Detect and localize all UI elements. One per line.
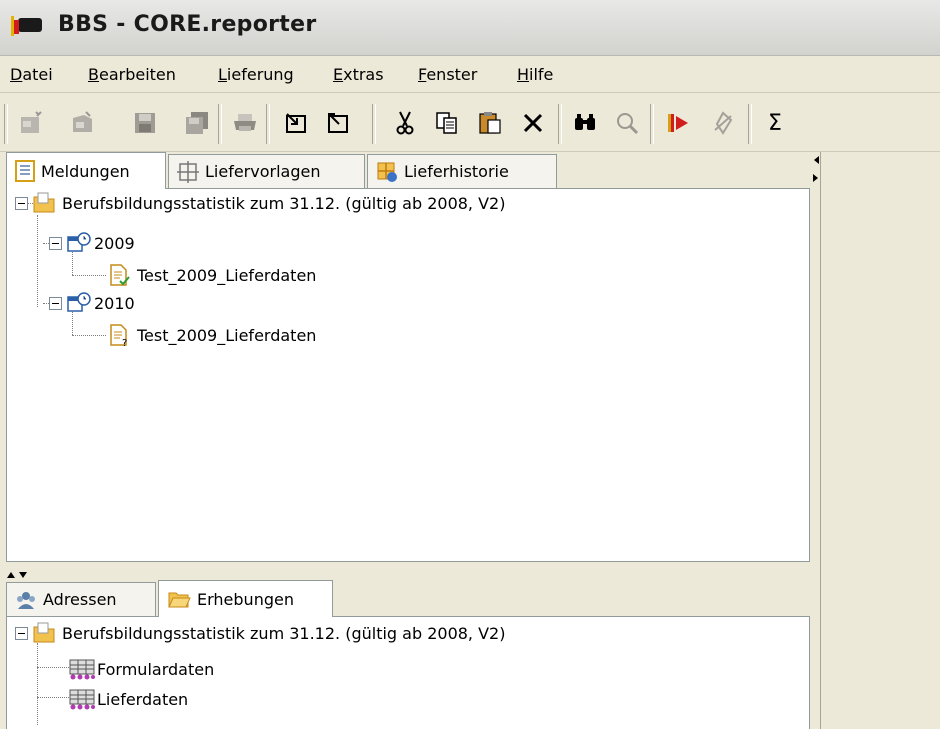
tree-delivery-item[interactable]: Test_2009_Lieferdaten	[107, 261, 316, 289]
report-tree: Berufsbildungsstatistik zum 31.12. (gült…	[6, 188, 810, 562]
tree-year-item[interactable]: 2010	[49, 289, 135, 317]
editor-area	[813, 152, 940, 729]
tree-root-item[interactable]: Berufsbildungsstatistik zum 31.12. (gült…	[15, 619, 505, 647]
tree-label: Formulardaten	[97, 659, 215, 679]
tab-label: Liefervorlagen	[205, 162, 321, 181]
title-bar: BBS - CORE.reporter	[0, 0, 940, 56]
menu-bearbeiten[interactable]: Bearbeiten	[88, 65, 176, 84]
menu-lieferung[interactable]: Lieferung	[218, 65, 294, 84]
menu-fenster[interactable]: Fenster	[418, 65, 477, 84]
collapse-toggle-icon[interactable]	[15, 626, 28, 640]
panel-splitter[interactable]	[0, 570, 816, 580]
surveys-tab-bar: Adressen Erhebungen	[0, 580, 816, 617]
menu-bar: Datei Bearbeiten Lieferung Extras Fenste…	[0, 57, 940, 93]
cut-icon[interactable]	[388, 106, 422, 140]
open-folder-icon	[168, 592, 191, 608]
tree-label: Berufsbildungsstatistik zum 31.12. (gült…	[62, 193, 506, 213]
tree-root-item[interactable]: Berufsbildungsstatistik zum 31.12. (gült…	[15, 189, 505, 217]
table-data-icon	[69, 659, 95, 680]
tree-delivery-item[interactable]: ? Test_2009_Lieferdaten	[107, 321, 316, 349]
tab-meldungen[interactable]: Meldungen	[6, 152, 166, 189]
toolbar-separator	[650, 104, 654, 144]
tree-form-item[interactable]: Formulardaten	[69, 655, 214, 683]
document-question-icon: ?	[110, 324, 127, 347]
calendar-icon	[67, 292, 91, 312]
save-icon[interactable]	[128, 106, 162, 140]
collapse-arrows-icon[interactable]	[811, 154, 821, 184]
collapse-toggle-icon[interactable]	[49, 236, 62, 250]
tree-label: Test_2009_Lieferdaten	[137, 325, 317, 345]
delete-icon[interactable]	[516, 106, 550, 140]
contacts-icon	[17, 591, 35, 609]
tab-label: Meldungen	[41, 161, 130, 181]
validate-icon[interactable]	[707, 106, 741, 140]
tree-label: Test_2009_Lieferdaten	[137, 265, 317, 285]
grid-template-icon	[177, 160, 199, 183]
save-all-icon[interactable]	[180, 106, 214, 140]
folder-icon	[33, 622, 55, 643]
import-icon[interactable]	[279, 106, 313, 140]
svg-text:?: ?	[122, 338, 127, 347]
toolbar-separator	[372, 104, 376, 144]
menu-extras[interactable]: Extras	[333, 65, 384, 84]
collapse-toggle-icon[interactable]	[15, 196, 28, 210]
tab-adressen[interactable]: Adressen	[6, 582, 156, 616]
toolbar-separator	[218, 104, 222, 144]
toolbar-separator	[266, 104, 270, 144]
toolbar: Σ	[0, 94, 940, 152]
tab-lieferhistorie[interactable]: Lieferhistorie	[367, 154, 557, 188]
tab-label: Adressen	[43, 590, 117, 609]
export-icon[interactable]	[321, 106, 355, 140]
menu-hilfe[interactable]: Hilfe	[517, 65, 553, 84]
report-list-icon	[15, 160, 35, 182]
find-icon[interactable]	[568, 106, 602, 140]
tree-label: 2010	[94, 293, 135, 313]
tree-label: 2009	[94, 233, 135, 253]
window-title: BBS - CORE.reporter	[58, 12, 317, 37]
tree-year-item[interactable]: 2009	[49, 229, 135, 257]
tab-liefervorlagen[interactable]: Liefervorlagen	[168, 154, 365, 188]
collapse-toggle-icon[interactable]	[49, 296, 62, 310]
folder-icon	[33, 192, 55, 213]
tab-label: Lieferhistorie	[404, 162, 509, 181]
tree-delivery-data-item[interactable]: Lieferdaten	[69, 685, 188, 713]
document-check-icon	[110, 264, 130, 286]
toolbar-handle[interactable]	[4, 104, 8, 144]
new-document-icon[interactable]	[14, 106, 48, 140]
send-icon[interactable]	[662, 106, 696, 140]
table-data-icon	[69, 689, 95, 710]
tree-label: Lieferdaten	[97, 689, 189, 709]
survey-tree: Berufsbildungsstatistik zum 31.12. (gült…	[6, 616, 810, 729]
splitter-arrows-icon[interactable]	[6, 570, 46, 580]
reports-panel: Meldungen Liefervorlagen Lieferhistorie …	[0, 152, 816, 570]
calendar-icon	[67, 232, 91, 252]
sum-icon[interactable]: Σ	[758, 106, 792, 140]
search-icon[interactable]	[610, 106, 644, 140]
menu-datei[interactable]: Datei	[10, 65, 53, 84]
reports-tab-bar: Meldungen Liefervorlagen Lieferhistorie	[0, 152, 816, 189]
toolbar-separator	[748, 104, 752, 144]
surveys-panel: Adressen Erhebungen Berufsbildungsstatis…	[0, 580, 816, 729]
tab-label: Erhebungen	[197, 589, 294, 609]
print-icon[interactable]	[228, 106, 262, 140]
tree-label: Berufsbildungsstatistik zum 31.12. (gült…	[62, 623, 506, 643]
open-document-icon[interactable]	[66, 106, 100, 140]
delivery-history-icon	[377, 162, 397, 182]
paste-icon[interactable]	[473, 106, 507, 140]
copy-icon[interactable]	[430, 106, 464, 140]
toolbar-separator	[558, 104, 562, 144]
app-logo-icon	[11, 16, 42, 36]
tab-erhebungen[interactable]: Erhebungen	[158, 580, 333, 617]
